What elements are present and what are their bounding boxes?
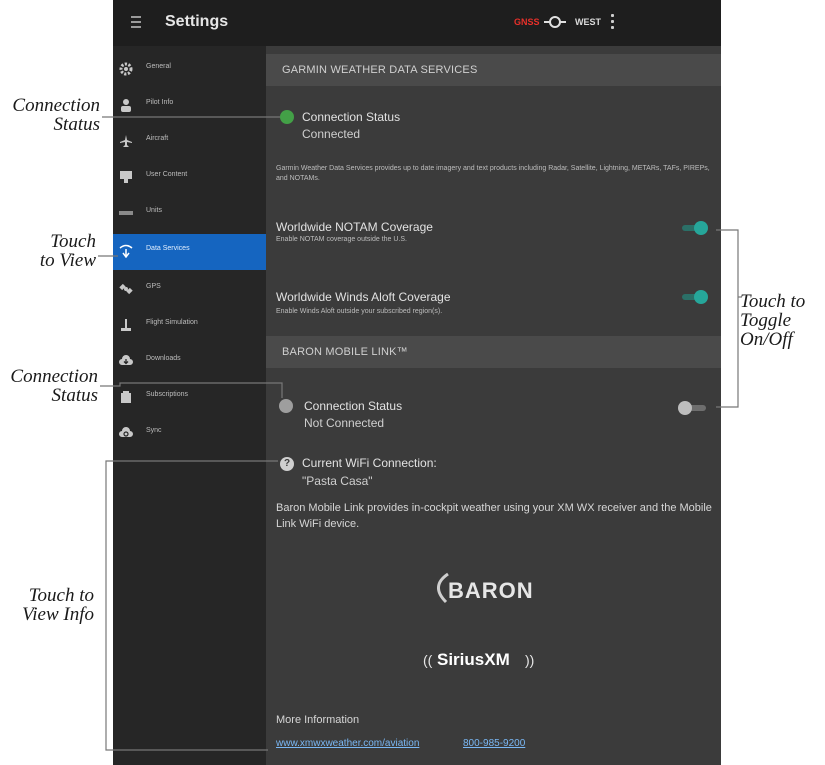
data-services-panel: GARMIN WEATHER DATA SERVICES Connection … bbox=[266, 46, 721, 765]
sidebar-item-aircraft[interactable]: Aircraft bbox=[113, 124, 266, 160]
notam-coverage-title: Worldwide NOTAM Coverage bbox=[276, 220, 433, 234]
siriusxm-waves-left: (( bbox=[423, 652, 433, 668]
info-icon[interactable]: ? bbox=[280, 457, 294, 471]
siriusxm-waves-right: )) bbox=[525, 652, 535, 668]
notam-coverage-toggle[interactable] bbox=[678, 221, 708, 235]
phone-link[interactable]: 800-985-9200 bbox=[463, 738, 525, 749]
overflow-menu-icon[interactable] bbox=[611, 14, 615, 32]
garmin-section-header: GARMIN WEATHER DATA SERVICES bbox=[266, 54, 721, 86]
gps-status-badge[interactable]: GNSS bbox=[514, 17, 540, 27]
subscriptions-icon bbox=[121, 391, 131, 403]
cloud-download-icon bbox=[119, 355, 133, 365]
satellite-icon bbox=[119, 283, 133, 295]
siriusxm-logo-text: SiriusXM bbox=[437, 650, 510, 669]
sidebar-item-flight-simulation[interactable]: Flight Simulation bbox=[113, 308, 266, 344]
connext-icon[interactable] bbox=[543, 12, 567, 32]
hamburger-menu-icon[interactable] bbox=[129, 13, 143, 31]
sidebar-item-general[interactable]: General bbox=[113, 52, 266, 88]
tablet-screen: Settings GNSS WEST General Pilot Info Ai… bbox=[113, 0, 721, 765]
baron-description: Baron Mobile Link provides in-cockpit we… bbox=[276, 502, 712, 530]
gear-icon bbox=[119, 62, 133, 76]
sidebar-item-gps[interactable]: GPS bbox=[113, 272, 266, 308]
callout-touch-to-view: Touch to View bbox=[39, 231, 96, 271]
wifi-connection-label[interactable]: Current WiFi Connection: bbox=[302, 456, 437, 470]
toggle-knob bbox=[678, 401, 692, 415]
wifi-connection-value: "Pasta Casa" bbox=[302, 474, 373, 488]
baron-section-header: BARON MOBILE LINK™ bbox=[266, 336, 721, 368]
callout-connection-status-baron: Connection Status bbox=[10, 366, 98, 406]
sidebar-item-subscriptions[interactable]: Subscriptions bbox=[113, 380, 266, 416]
baron-status-indicator bbox=[279, 399, 293, 413]
winds-aloft-coverage-title: Worldwide Winds Aloft Coverage bbox=[276, 290, 451, 304]
callout-connection-status-garmin: Connection Status bbox=[12, 95, 100, 135]
weather-source-label[interactable]: WEST bbox=[575, 17, 601, 27]
person-icon bbox=[121, 99, 131, 112]
garmin-status-indicator bbox=[280, 110, 294, 124]
airplane-icon bbox=[120, 135, 132, 147]
winds-aloft-coverage-toggle[interactable] bbox=[678, 290, 708, 304]
garmin-connection-status-label: Connection Status bbox=[302, 110, 401, 124]
page-title: Settings bbox=[165, 13, 229, 30]
baron-logo: BARON bbox=[426, 564, 566, 608]
callout-touch-to-toggle: Touch to Toggle On/Off bbox=[740, 291, 806, 350]
baron-connection-status-value: Not Connected bbox=[304, 416, 385, 430]
sidebar-item-pilot-info[interactable]: Pilot Info bbox=[113, 88, 266, 124]
toggle-knob bbox=[694, 221, 708, 235]
data-signal-icon bbox=[119, 244, 133, 258]
toggle-knob bbox=[694, 290, 708, 304]
baron-connection-toggle[interactable] bbox=[678, 401, 708, 415]
callout-touch-to-view-info: Touch to View Info bbox=[22, 585, 94, 625]
ruler-icon bbox=[119, 211, 133, 215]
sidebar-item-units[interactable]: Units bbox=[113, 196, 266, 232]
more-information-label: More Information bbox=[276, 714, 360, 726]
notam-coverage-subtitle: Enable NOTAM coverage outside the U.S. bbox=[276, 236, 407, 243]
top-bar: Settings GNSS WEST bbox=[113, 0, 721, 46]
sidebar-item-sync[interactable]: Sync bbox=[113, 416, 266, 452]
xm-weather-link[interactable]: www.xmwxweather.com/aviation bbox=[276, 738, 419, 749]
joystick-icon bbox=[121, 319, 131, 331]
sidebar-item-data-services[interactable]: Data Services bbox=[113, 234, 266, 270]
winds-aloft-coverage-subtitle: Enable Winds Aloft outside your subscrib… bbox=[276, 308, 443, 315]
garmin-connection-status-value: Connected bbox=[302, 127, 361, 141]
cloud-sync-icon bbox=[119, 427, 133, 437]
sidebar-item-user-content[interactable]: User Content bbox=[113, 160, 266, 196]
siriusxm-logo: (( SiriusXM )) bbox=[423, 648, 573, 678]
database-icon bbox=[120, 171, 132, 183]
sidebar-item-downloads[interactable]: Downloads bbox=[113, 344, 266, 380]
sidebar: General Pilot Info Aircraft User Content… bbox=[113, 46, 266, 765]
baron-connection-status-label: Connection Status bbox=[304, 399, 403, 413]
garmin-description: Garmin Weather Data Services provides up… bbox=[276, 165, 710, 182]
baron-logo-text: BARON bbox=[448, 578, 534, 603]
